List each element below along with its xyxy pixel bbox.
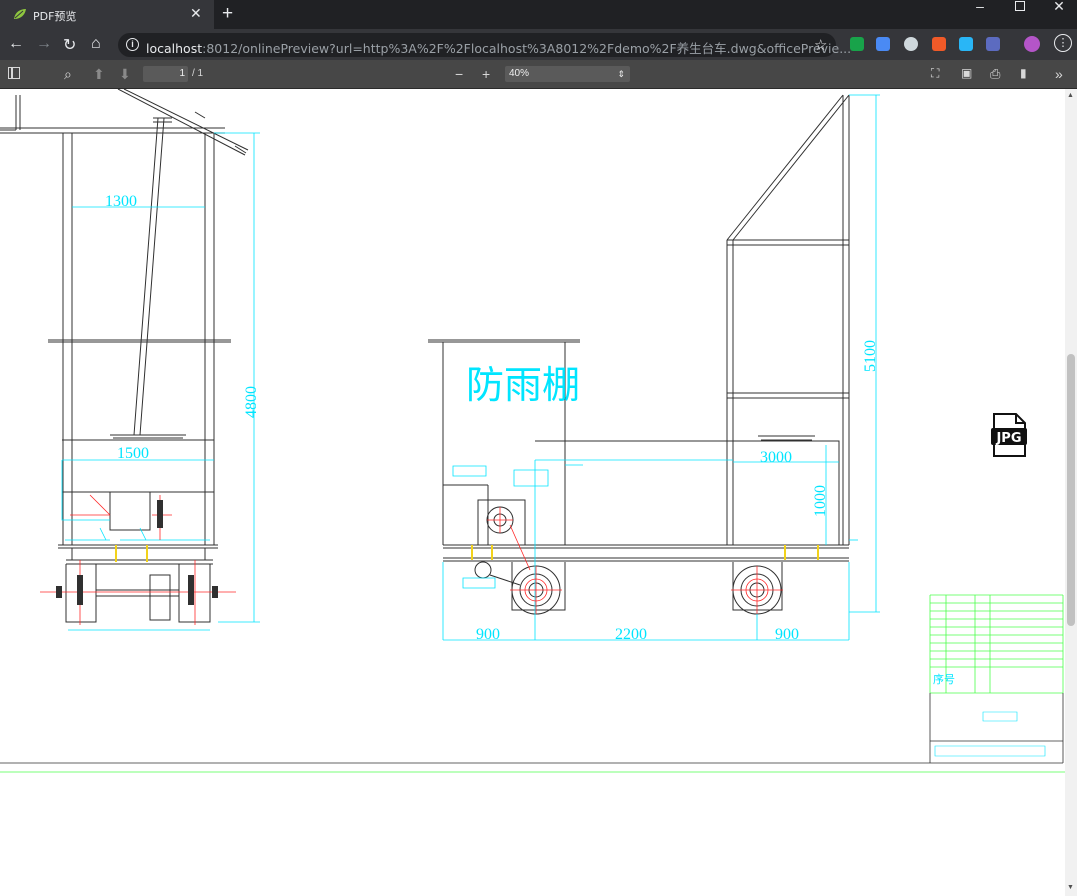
new-tab-icon[interactable]: + [222,3,233,25]
tab-close-icon[interactable]: ✕ [190,5,202,22]
zoom-in-icon[interactable]: + [482,66,490,82]
print-icon[interactable]: ⎙ [990,66,1000,82]
bookmark-icon[interactable]: ▮ [1020,66,1027,80]
browser-tabstrip: PDF预览 ✕ + – ✕ [0,0,1077,29]
jpg-file-icon[interactable]: JPG [990,413,1028,457]
extension-orange-icon[interactable] [932,37,946,51]
menu-icon[interactable]: ⋮ [1054,34,1072,52]
extension-translate-icon[interactable] [876,37,890,51]
zoom-value: 40% [509,68,530,79]
close-window-icon[interactable]: ✕ [1041,0,1077,29]
dim-900-right: 900 [775,626,799,643]
tools-chevron-icon[interactable]: » [1055,66,1063,82]
address-bar[interactable]: i localhost:8012/onlinePreview?url=http%… [118,33,851,57]
open-file-icon[interactable]: ▣ [961,66,972,80]
browser-toolbar: ← → ↻ ⌂ i localhost:8012/onlinePreview?u… [0,29,1077,60]
dim-3000: 3000 [760,449,792,466]
rain-shelter-label: 防雨棚 [466,363,580,407]
minimize-icon[interactable]: – [962,0,998,29]
dim-1000: 1000 [812,485,829,517]
cad-drawing: 1300 1500 4800 5100 3000 1000 900 2200 9… [0,89,1065,773]
extension-shield-icon[interactable] [986,37,1000,51]
scroll-thumb[interactable] [1067,354,1075,626]
site-info-icon[interactable]: i [126,38,139,51]
scroll-down-icon[interactable]: ▼ [1067,884,1074,891]
dim-2200: 2200 [615,626,647,643]
back-icon[interactable]: ← [8,35,24,53]
dim-5100: 5100 [862,340,879,372]
scroll-up-icon[interactable]: ▲ [1067,92,1074,99]
sidebar-toggle-icon[interactable] [8,66,20,82]
maximize-icon[interactable] [1002,0,1038,29]
zoom-select[interactable]: 40% ⇕ [505,66,630,82]
search-icon[interactable]: ⌕ [64,66,72,83]
dim-1300: 1300 [105,193,137,210]
viewer-scrollbar[interactable]: ▲ ▼ [1065,89,1077,896]
home-icon[interactable]: ⌂ [91,35,101,53]
extension-cloud-icon[interactable] [959,37,973,51]
table-header-serial: 序号 [933,672,955,686]
profile-avatar[interactable] [1024,36,1040,52]
leaf-icon [14,9,26,19]
forward-icon[interactable]: → [36,35,52,53]
tab-title: PDF预览 [33,10,77,23]
dim-1500: 1500 [117,445,149,462]
page-count: / 1 [192,68,204,79]
extension-circle-icon[interactable] [904,37,918,51]
url-host: localhost [146,41,203,56]
pdf-viewer[interactable]: 1300 1500 4800 5100 3000 1000 900 2200 9… [0,89,1065,896]
page-number-input[interactable]: 1 [143,66,188,82]
bookmark-star-icon[interactable]: ☆ [814,36,827,54]
pdf-toolbar: ⌕ ⬆ ⬇ 1 / 1 − + 40% ⇕ ⛶ ▣ ⎙ ▮ » [0,60,1077,89]
next-page-icon[interactable]: ⬇ [119,66,131,83]
url-text[interactable]: localhost:8012/onlinePreview?url=http%3A… [146,38,851,57]
jpg-icon-label: JPG [995,431,1021,446]
previous-page-icon[interactable]: ⬆ [93,66,105,83]
dim-900-left: 900 [476,626,500,643]
extension-green-icon[interactable] [850,37,864,51]
dim-4800: 4800 [243,386,260,418]
tab-pdf-preview[interactable]: PDF预览 ✕ [0,0,214,29]
reload-icon[interactable]: ↻ [63,35,76,55]
zoom-out-icon[interactable]: − [455,66,463,82]
url-path: :8012/onlinePreview?url=http%3A%2F%2Floc… [202,41,852,56]
presentation-mode-icon[interactable]: ⛶ [931,66,939,81]
chevron-updown-icon: ⇕ [617,69,625,79]
